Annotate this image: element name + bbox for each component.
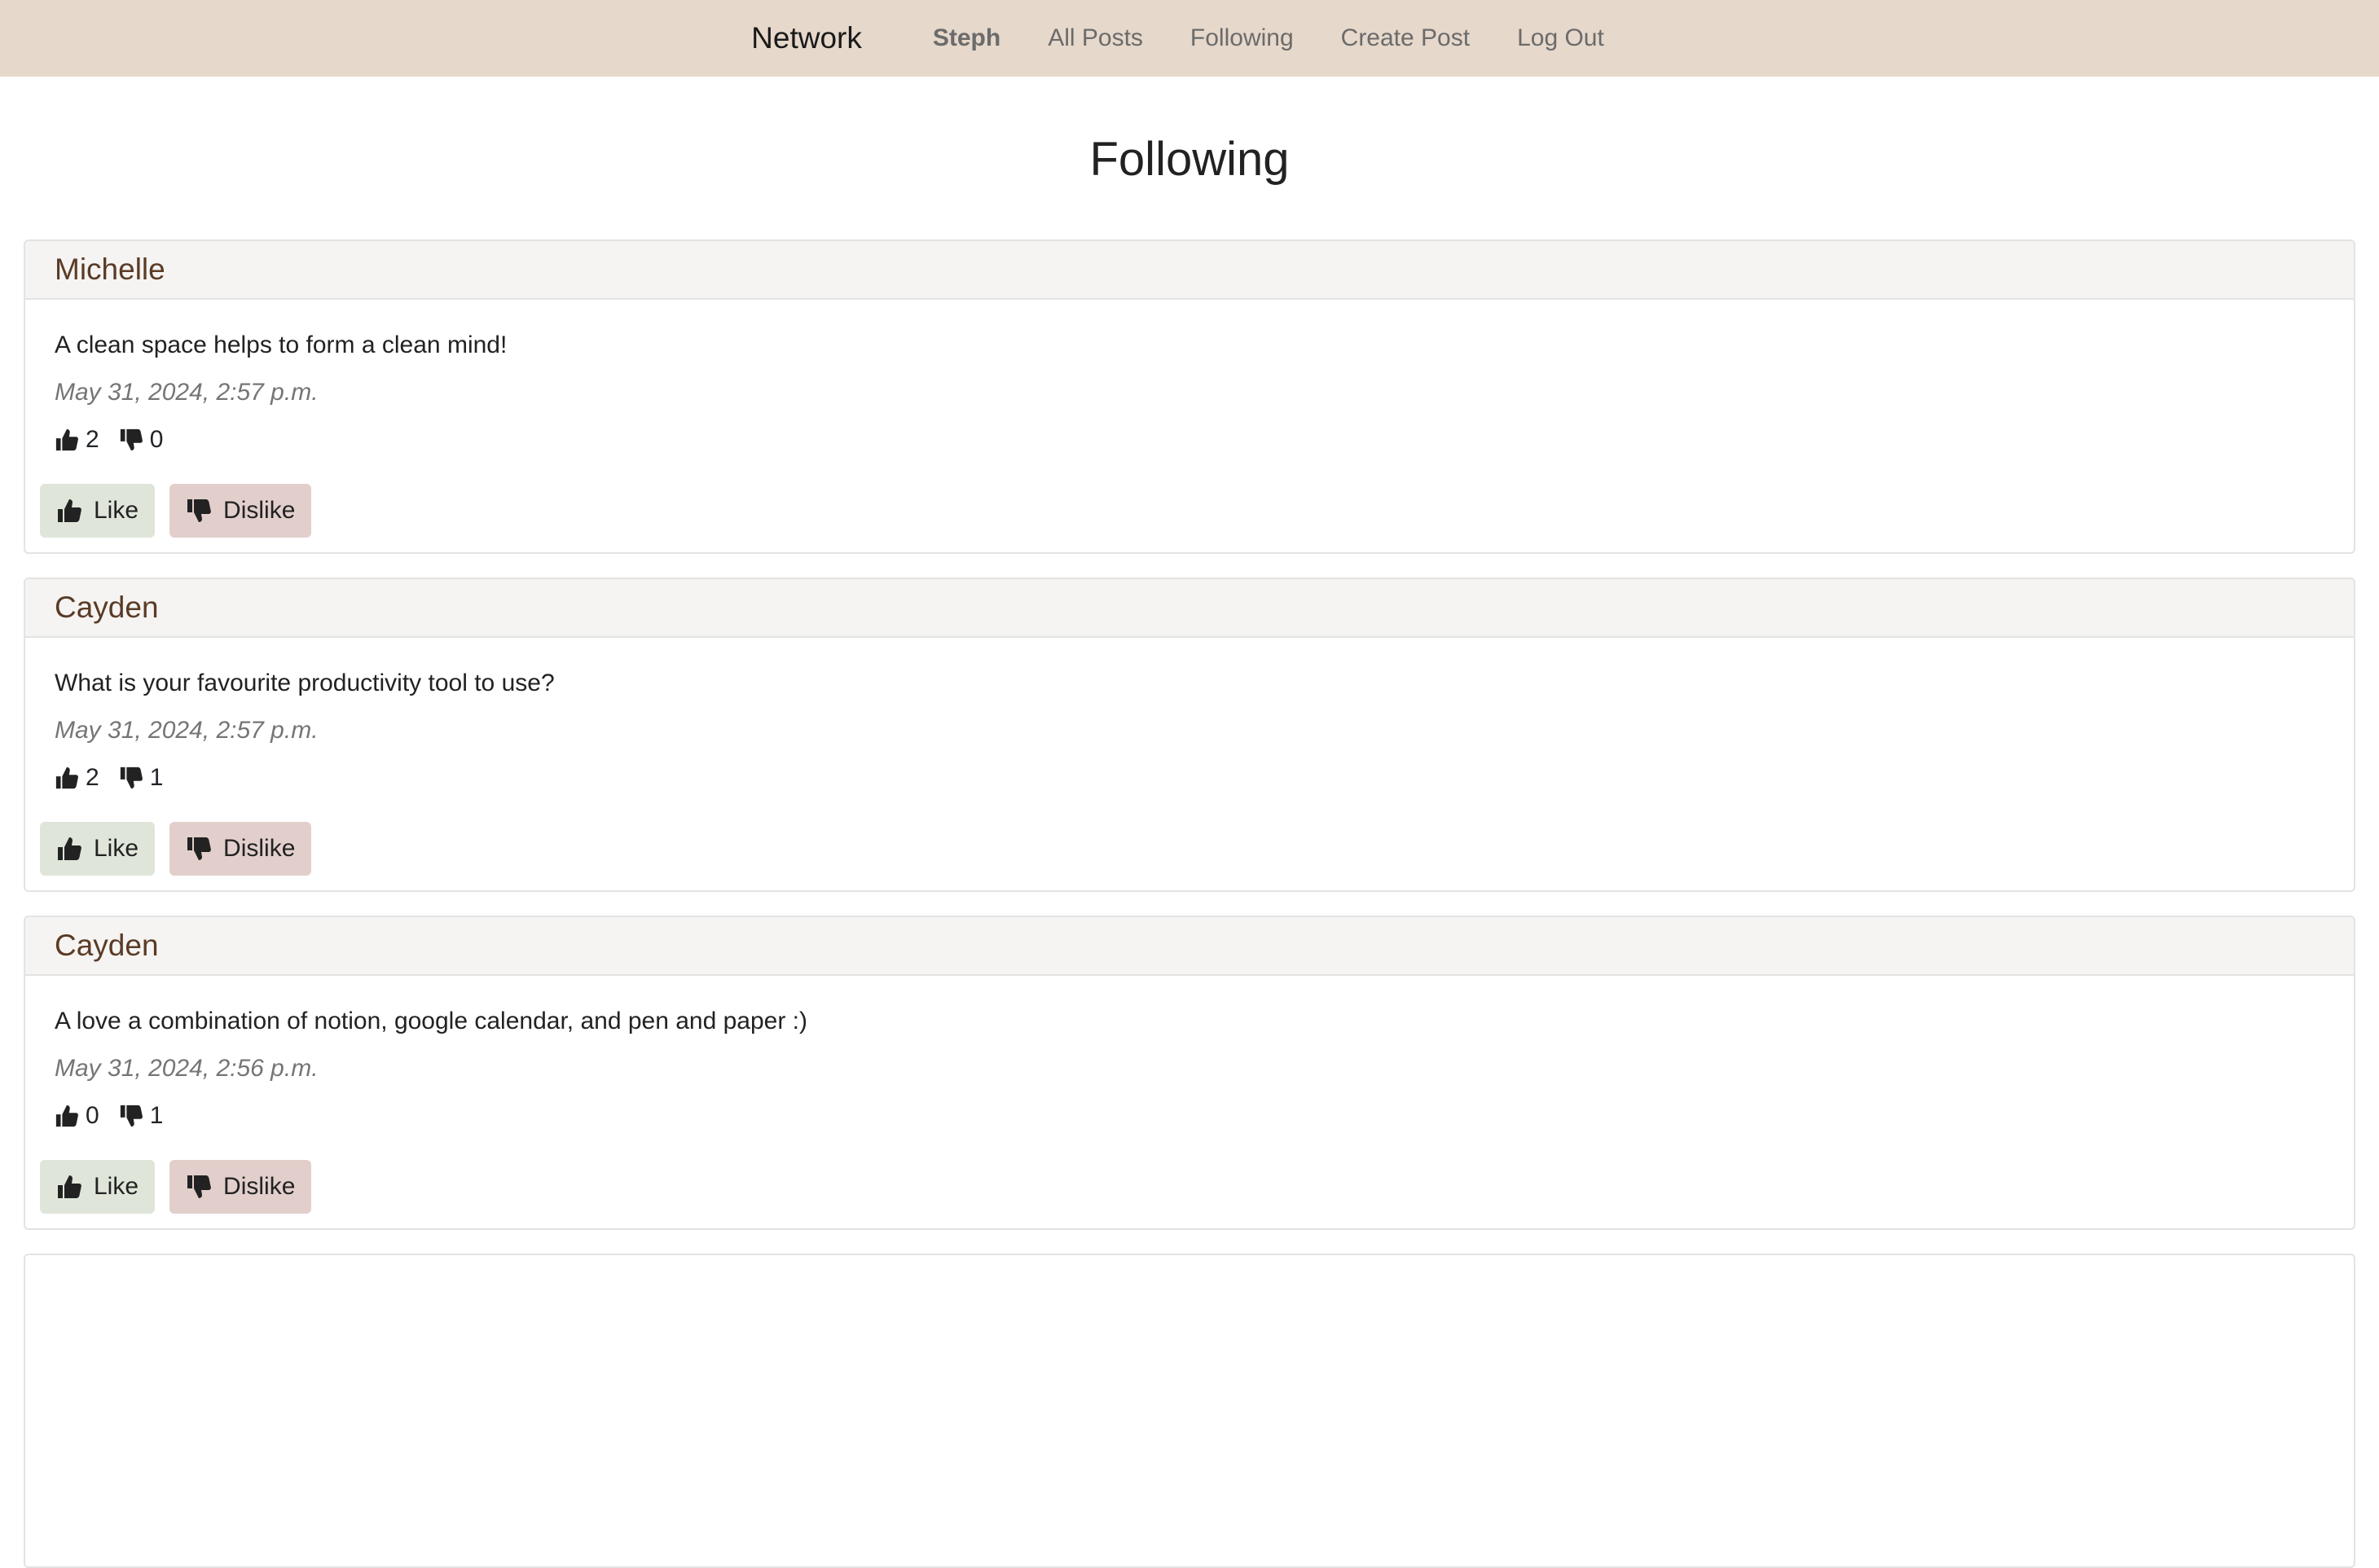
dislike-button-label: Dislike [223, 1173, 296, 1200]
post-author[interactable]: Michelle [55, 253, 165, 287]
brand-link[interactable]: Network [751, 21, 862, 55]
thumbs-down-icon [120, 428, 143, 451]
reaction-counts: 2 1 [55, 763, 2324, 793]
post-body: What is your favourite productivity tool… [25, 638, 2354, 876]
post-header: Cayden [25, 917, 2354, 976]
thumbs-up-icon [55, 766, 78, 789]
like-count: 2 [55, 764, 99, 792]
dislike-count: 1 [119, 764, 164, 792]
reaction-counts: 2 0 [55, 425, 2324, 455]
thumbs-down-icon [120, 766, 143, 789]
nav-user-profile[interactable]: Steph [933, 24, 1000, 52]
top-navbar: Network Steph All Posts Following Create… [0, 0, 2379, 77]
nav-log-out[interactable]: Log Out [1517, 24, 1604, 52]
post-card-partial [24, 1254, 2355, 1568]
post-actions: Like Dislike [40, 484, 2324, 538]
thumbs-up-icon [55, 1105, 78, 1127]
post-content: What is your favourite productivity tool… [55, 670, 555, 696]
post-card: Cayden A love a combination of notion, g… [24, 916, 2355, 1230]
nav-following[interactable]: Following [1190, 24, 1294, 52]
post-author[interactable]: Cayden [55, 929, 159, 963]
post-timestamp: May 31, 2024, 2:56 p.m. [55, 1055, 319, 1082]
thumbs-down-icon [120, 1105, 143, 1127]
dislike-count-value: 1 [149, 1102, 164, 1129]
dislike-count-value: 1 [149, 764, 164, 791]
post-content: A love a combination of notion, google c… [55, 1008, 808, 1034]
like-count-value: 2 [86, 764, 99, 791]
like-count-value: 2 [86, 426, 99, 453]
dislike-button[interactable]: Dislike [169, 484, 312, 538]
like-button-label: Like [94, 1173, 139, 1200]
dislike-button-label: Dislike [223, 497, 296, 524]
post-card: Cayden What is your favourite productivi… [24, 578, 2355, 892]
post-timestamp: May 31, 2024, 2:57 p.m. [55, 379, 319, 406]
thumbs-down-icon [187, 837, 211, 860]
post-body: A love a combination of notion, google c… [25, 976, 2354, 1214]
thumbs-up-icon [58, 499, 81, 522]
thumbs-up-icon [58, 837, 81, 860]
nav-create-post[interactable]: Create Post [1341, 24, 1470, 52]
like-button[interactable]: Like [40, 1160, 156, 1214]
like-button[interactable]: Like [40, 484, 156, 538]
post-list: Michelle A clean space helps to form a c… [0, 239, 2379, 1568]
dislike-count: 0 [119, 426, 164, 454]
page-title: Following [1089, 133, 1290, 186]
post-actions: Like Dislike [40, 822, 2324, 876]
reaction-counts: 0 1 [55, 1101, 2324, 1131]
like-count: 2 [55, 426, 99, 454]
thumbs-up-icon [55, 428, 78, 451]
dislike-button[interactable]: Dislike [169, 1160, 312, 1214]
post-author[interactable]: Cayden [55, 591, 159, 625]
thumbs-down-icon [187, 499, 211, 522]
like-count-value: 0 [86, 1102, 99, 1129]
post-actions: Like Dislike [40, 1160, 2324, 1214]
dislike-count-value: 0 [149, 426, 164, 453]
like-button-label: Like [94, 497, 139, 524]
dislike-button[interactable]: Dislike [169, 822, 312, 876]
like-count: 0 [55, 1102, 99, 1130]
post-body: A clean space helps to form a clean mind… [25, 300, 2354, 538]
thumbs-up-icon [58, 1175, 81, 1198]
dislike-count: 1 [119, 1102, 164, 1130]
post-content: A clean space helps to form a clean mind… [55, 332, 508, 358]
like-button[interactable]: Like [40, 822, 156, 876]
nav-all-posts[interactable]: All Posts [1048, 24, 1143, 52]
dislike-button-label: Dislike [223, 835, 296, 862]
post-header: Michelle [25, 241, 2354, 300]
post-timestamp: May 31, 2024, 2:57 p.m. [55, 717, 319, 744]
thumbs-down-icon [187, 1175, 211, 1198]
like-button-label: Like [94, 835, 139, 862]
post-header: Cayden [25, 579, 2354, 638]
post-card: Michelle A clean space helps to form a c… [24, 239, 2355, 554]
